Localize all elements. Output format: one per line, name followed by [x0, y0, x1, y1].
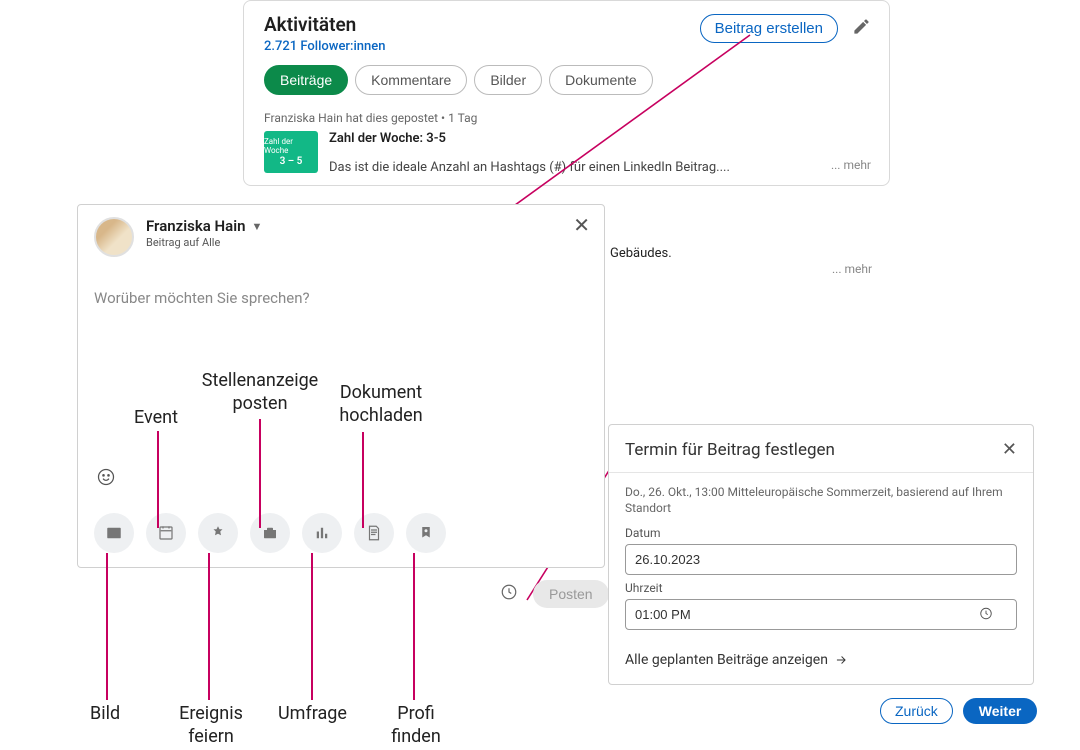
label-event: Event [134, 407, 178, 430]
post-title: Zahl der Woche: 3-5 [329, 131, 871, 146]
activity-panel: Aktivitäten 2.721 Follower:innen Beitrag… [243, 0, 890, 186]
label-profi: Profi finden [386, 703, 446, 748]
audience-label: Beitrag auf Alle [146, 236, 262, 249]
posten-button[interactable]: Posten [533, 580, 609, 608]
label-umfrage: Umfrage [278, 703, 347, 726]
next-button[interactable]: Weiter [963, 698, 1038, 724]
background-more[interactable]: ... mehr [832, 262, 872, 276]
tab-posts[interactable]: Beiträge [264, 65, 348, 95]
schedule-hint: Do., 26. Okt., 13:00 Mitteleuropäische S… [625, 485, 1017, 516]
post-meta: Franziska Hain hat dies gepostet • 1 Tag [264, 111, 871, 125]
celebrate-icon[interactable] [198, 513, 238, 553]
ann-line-dokument [362, 432, 364, 528]
post-thumbnail: Zahl der Woche 3 – 5 [264, 131, 318, 173]
more-link[interactable]: ... mehr [831, 158, 871, 172]
post-excerpt: Das ist die ideale Anzahl an Hashtags (#… [329, 160, 871, 175]
schedule-title: Termin für Beitrag festlegen [625, 440, 835, 460]
label-bild: Bild [90, 703, 120, 726]
ann-line-event [157, 431, 159, 528]
edit-icon[interactable] [852, 17, 871, 40]
emoji-button[interactable] [96, 467, 116, 491]
create-post-button[interactable]: Beitrag erstellen [700, 14, 838, 43]
schedule-dialog: Termin für Beitrag festlegen ✕ Do., 26. … [608, 424, 1034, 685]
document-icon[interactable] [354, 513, 394, 553]
briefcase-icon[interactable] [250, 513, 290, 553]
date-label: Datum [625, 526, 1017, 540]
back-button[interactable]: Zurück [880, 698, 953, 724]
time-picker-icon[interactable] [979, 605, 993, 624]
label-stellen: Stellenanzeige posten [200, 370, 320, 415]
activity-tabs: Beiträge Kommentare Bilder Dokumente [264, 65, 871, 95]
background-text: Gebäudes. [610, 246, 672, 261]
close-icon[interactable]: ✕ [573, 213, 590, 237]
compose-placeholder[interactable]: Worüber möchten Sie sprechen? [94, 289, 588, 307]
tab-documents[interactable]: Dokumente [549, 65, 653, 95]
followers-count[interactable]: 2.721 Follower:innen [264, 39, 385, 54]
audience-caret-icon[interactable]: ▼ [252, 220, 263, 233]
date-input[interactable] [625, 544, 1017, 575]
ann-line-bild [106, 553, 108, 700]
tab-images[interactable]: Bilder [474, 65, 542, 95]
label-dokument: Dokument hochladen [326, 382, 436, 427]
badge-icon[interactable] [406, 513, 446, 553]
ann-line-stellen [259, 419, 261, 528]
schedule-close-icon[interactable]: ✕ [1002, 439, 1017, 460]
poll-icon[interactable] [302, 513, 342, 553]
ann-line-umfrage [311, 553, 313, 700]
view-scheduled-link[interactable]: Alle geplanten Beiträge anzeigen [625, 652, 1017, 668]
time-label: Uhrzeit [625, 581, 1017, 595]
author-name[interactable]: Franziska Hain [146, 217, 246, 235]
calendar-icon[interactable] [146, 513, 186, 553]
compose-action-row [94, 513, 446, 553]
author-avatar[interactable] [94, 217, 134, 257]
ann-line-ereignis [208, 553, 210, 700]
post-item[interactable]: Zahl der Woche 3 – 5 Zahl der Woche: 3-5… [264, 131, 871, 175]
schedule-clock-icon[interactable] [500, 583, 518, 605]
time-input[interactable] [625, 599, 1017, 630]
tab-comments[interactable]: Kommentare [355, 65, 467, 95]
ann-line-profi [413, 553, 415, 700]
image-icon[interactable] [94, 513, 134, 553]
activity-title: Aktivitäten [264, 14, 385, 37]
label-ereignis: Ereignis feiern [175, 703, 247, 748]
